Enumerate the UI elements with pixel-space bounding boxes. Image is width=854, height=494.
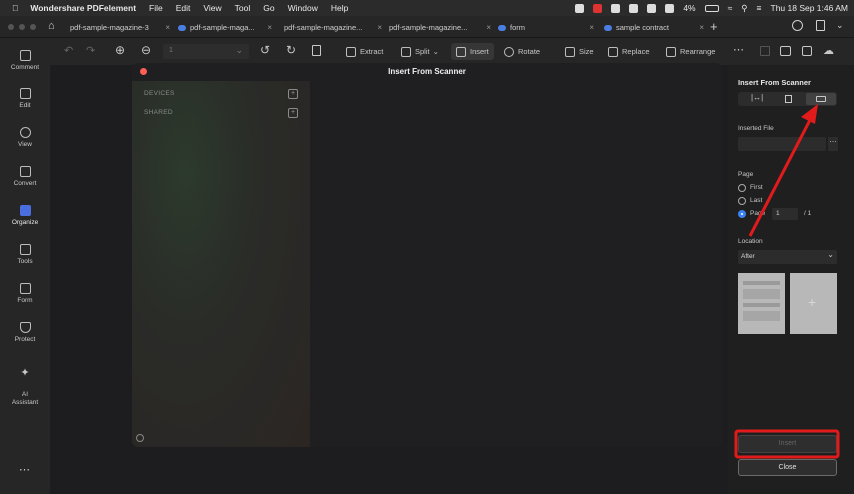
annotation-overlay	[734, 104, 840, 459]
annotation-highlight-box	[734, 429, 840, 459]
annotation-arrow-line	[748, 119, 812, 237]
annotation-arrow-head	[801, 104, 818, 124]
